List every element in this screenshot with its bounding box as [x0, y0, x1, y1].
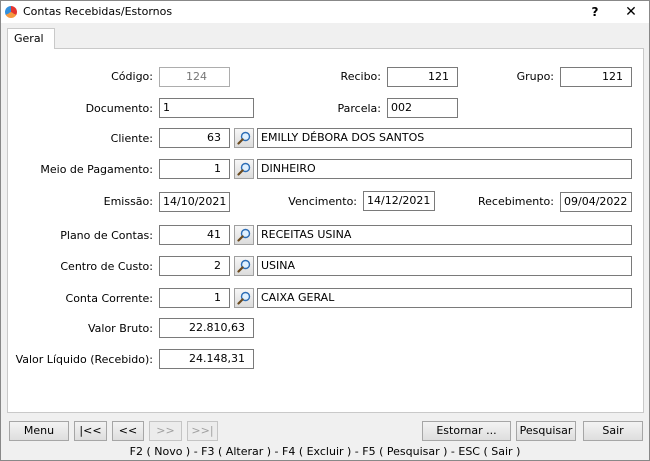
vencimento-field[interactable]: 14/12/2021 — [363, 191, 435, 211]
meio-pagamento-label: Meio de Pagamento: — [40, 163, 153, 176]
valor-liquido-label: Valor Líquido (Recebido): — [15, 353, 153, 366]
parcela-label: Parcela: — [337, 102, 381, 115]
magnifier-icon — [237, 228, 251, 242]
next-record-button[interactable]: >> — [149, 421, 182, 441]
plano-contas-name-field[interactable]: RECEITAS USINA — [257, 225, 632, 245]
close-button[interactable]: ✕ — [614, 1, 648, 23]
valor-bruto-label: Valor Bruto: — [87, 322, 153, 335]
codigo-field[interactable]: 124 — [159, 67, 230, 87]
recibo-label: Recibo: — [340, 70, 381, 83]
centro-custo-code-field[interactable]: 2 — [159, 256, 230, 276]
first-record-button[interactable]: |<< — [74, 421, 107, 441]
window: Contas Recebidas/Estornos ? ✕ Geral Códi… — [0, 0, 650, 461]
centro-custo-search-button[interactable] — [234, 256, 254, 276]
plano-contas-label: Plano de Contas: — [60, 229, 153, 242]
conta-corrente-label: Conta Corrente: — [65, 292, 153, 305]
recebimento-field[interactable]: 09/04/2022 — [560, 192, 632, 212]
meio-pagamento-code-field[interactable]: 1 — [159, 159, 230, 179]
documento-field[interactable]: 1 — [159, 98, 254, 118]
parcela-field[interactable]: 002 — [387, 98, 458, 118]
magnifier-icon — [237, 131, 251, 145]
sair-button[interactable]: Sair — [583, 421, 643, 441]
documento-label: Documento: — [85, 102, 153, 115]
magnifier-icon — [237, 162, 251, 176]
grupo-label: Grupo: — [516, 70, 554, 83]
cliente-code-field[interactable]: 63 — [159, 128, 230, 148]
valor-bruto-field[interactable]: 22.810,63 — [159, 318, 254, 338]
meio-pagamento-search-button[interactable] — [234, 159, 254, 179]
pesquisar-button[interactable]: Pesquisar — [516, 421, 576, 441]
app-logo-icon — [5, 6, 17, 18]
plano-contas-code-field[interactable]: 41 — [159, 225, 230, 245]
centro-custo-label: Centro de Custo: — [60, 260, 153, 273]
emissao-field[interactable]: 14/10/2021 — [159, 192, 230, 212]
shortcut-status-bar: F2 ( Novo ) - F3 ( Alterar ) - F4 ( Excl… — [129, 445, 521, 458]
vencimento-label: Vencimento: — [288, 195, 357, 208]
codigo-label: Código: — [111, 70, 153, 83]
magnifier-icon — [237, 291, 251, 305]
cliente-name-field[interactable]: EMILLY DÉBORA DOS SANTOS — [257, 128, 632, 148]
conta-corrente-name-field[interactable]: CAIXA GERAL — [257, 288, 632, 308]
meio-pagamento-name-field[interactable]: DINHEIRO — [257, 159, 632, 179]
grupo-field[interactable]: 121 — [560, 67, 632, 87]
estornar-button[interactable]: Estornar ... — [422, 421, 511, 441]
centro-custo-name-field[interactable]: USINA — [257, 256, 632, 276]
last-record-button[interactable]: >>| — [187, 421, 218, 441]
conta-corrente-search-button[interactable] — [234, 288, 254, 308]
plano-contas-search-button[interactable] — [234, 225, 254, 245]
title-bar: Contas Recebidas/Estornos ? ✕ — [1, 1, 649, 23]
cliente-search-button[interactable] — [234, 128, 254, 148]
previous-record-button[interactable]: << — [112, 421, 144, 441]
emissao-label: Emissão: — [103, 195, 153, 208]
menu-button[interactable]: Menu — [9, 421, 69, 441]
valor-liquido-field[interactable]: 24.148,31 — [159, 349, 254, 369]
window-title: Contas Recebidas/Estornos — [23, 5, 173, 18]
conta-corrente-code-field[interactable]: 1 — [159, 288, 230, 308]
cliente-label: Cliente: — [110, 132, 153, 145]
recebimento-label: Recebimento: — [478, 195, 554, 208]
help-button[interactable]: ? — [578, 1, 612, 23]
magnifier-icon — [237, 259, 251, 273]
recibo-field[interactable]: 121 — [387, 67, 458, 87]
tab-geral[interactable]: Geral — [7, 28, 55, 49]
